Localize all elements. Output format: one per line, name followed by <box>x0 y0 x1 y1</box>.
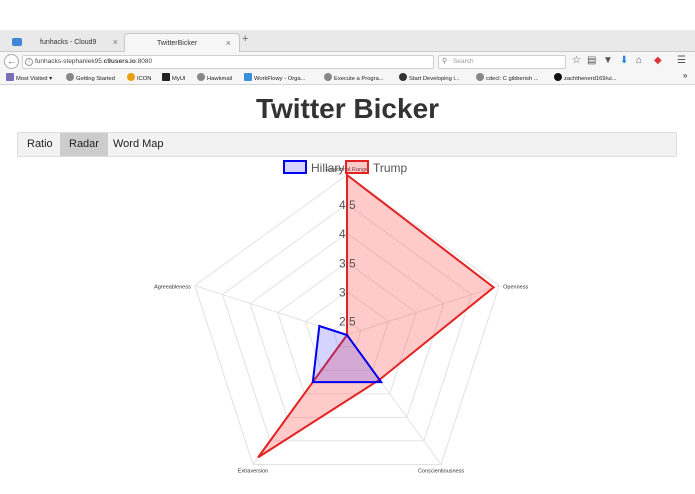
cloud9-icon <box>12 38 22 46</box>
tick-label: 2.5 <box>339 314 356 328</box>
legend-swatch-trump <box>345 160 369 174</box>
url-domain: c9users.io <box>103 58 136 65</box>
pocket-icon[interactable]: ▼ <box>603 55 613 67</box>
home-icon[interactable]: ⌂ <box>636 55 642 67</box>
star-icon[interactable]: ☆ <box>572 55 581 67</box>
tick-label: 4.5 <box>339 198 356 212</box>
window-top <box>0 0 695 30</box>
axis-label: Extraversion <box>238 468 269 474</box>
bookmark-item[interactable]: Execute a Progra... <box>324 73 384 84</box>
icon-logo-icon <box>127 73 135 81</box>
new-tab-button[interactable]: + <box>242 33 248 45</box>
axis-label: Conscientiousness <box>418 468 464 474</box>
axis-label: Openness <box>503 285 528 291</box>
tab-word-map[interactable]: Word Map <box>104 133 173 156</box>
overflow-chevron-icon[interactable]: » <box>683 71 687 81</box>
globe-icon <box>66 73 74 81</box>
tab-radar[interactable]: Radar <box>60 133 108 156</box>
tab-ratio[interactable]: Ratio <box>18 133 62 156</box>
bookmark-item[interactable]: Getting Started <box>66 73 115 84</box>
legend-label: Hillary <box>311 161 344 175</box>
reading-list-icon[interactable]: ▤ <box>587 55 596 67</box>
bookmark-item[interactable]: Most Visited ▾ <box>6 73 52 84</box>
bookmark-item[interactable]: cdecl: C gibberish ... <box>476 73 539 84</box>
tick-label: 4 <box>339 227 346 241</box>
radar-series <box>257 172 496 459</box>
tick-label: 3 <box>339 285 346 299</box>
search-placeholder: Search <box>453 58 474 65</box>
tick-label: 3.5 <box>339 256 356 270</box>
bookmarks-bar: Most Visited ▾ Getting Started ICON MyUI… <box>0 71 695 85</box>
bookmark-item[interactable]: ICON <box>127 73 152 84</box>
info-icon[interactable]: i <box>25 58 33 66</box>
chart-legend: Hillary Trump <box>283 160 408 175</box>
globe-icon <box>197 73 205 81</box>
bookmark-item[interactable]: zachthenerd169/ui... <box>554 73 617 84</box>
globe-icon <box>324 73 332 81</box>
download-icon[interactable]: ⬇ <box>620 55 628 67</box>
url-bar[interactable]: i funhacks-stephaniek95.c9users.io:8080 … <box>22 55 450 69</box>
search-icon: ⚲ <box>442 58 448 65</box>
bookmark-item[interactable]: MyUI <box>162 73 186 84</box>
axis-label: Agreeableness <box>154 285 191 291</box>
myui-icon <box>162 73 170 81</box>
folder-icon <box>6 73 14 81</box>
browser-tab-strip: funhacks - Cloud9 × TwitterBicker × <box>0 30 695 52</box>
apple-icon <box>399 73 407 81</box>
view-tabs: Ratio Radar Word Map <box>17 132 677 157</box>
legend-label: Trump <box>373 161 408 175</box>
close-icon[interactable]: × <box>226 34 231 53</box>
github-icon <box>554 73 562 81</box>
back-button[interactable]: ← <box>4 54 19 69</box>
shield-icon[interactable]: ◆ <box>654 55 662 67</box>
series-area-trump <box>257 172 496 459</box>
search-input[interactable]: ⚲ Search <box>438 55 566 69</box>
url-port: :8080 <box>135 58 153 65</box>
browser-tab-twitterbicker[interactable]: TwitterBicker × <box>124 33 240 52</box>
page-title: Twitter Bicker <box>255 93 440 124</box>
menu-icon[interactable]: ☰ <box>677 55 686 67</box>
close-icon[interactable]: × <box>113 33 118 52</box>
bookmark-item[interactable]: Start Developing i... <box>399 73 460 84</box>
radar-chart: 2.533.544.5 Emotional RangeOpennessConsc… <box>154 160 528 474</box>
browser-tab-label: TwitterBicker <box>157 40 198 47</box>
workflowy-icon <box>244 73 252 81</box>
browser-tab-label: funhacks - Cloud9 <box>40 39 97 46</box>
bookmark-item[interactable]: Hawkmail <box>197 73 232 84</box>
url-host: funhacks-stephaniek95. <box>35 58 104 65</box>
globe-icon <box>476 73 484 81</box>
bookmark-item[interactable]: WorkFlowy - Orga... <box>244 73 305 84</box>
browser-tab-cloud9[interactable]: funhacks - Cloud9 × <box>8 33 126 52</box>
legend-swatch-hillary <box>283 160 307 174</box>
